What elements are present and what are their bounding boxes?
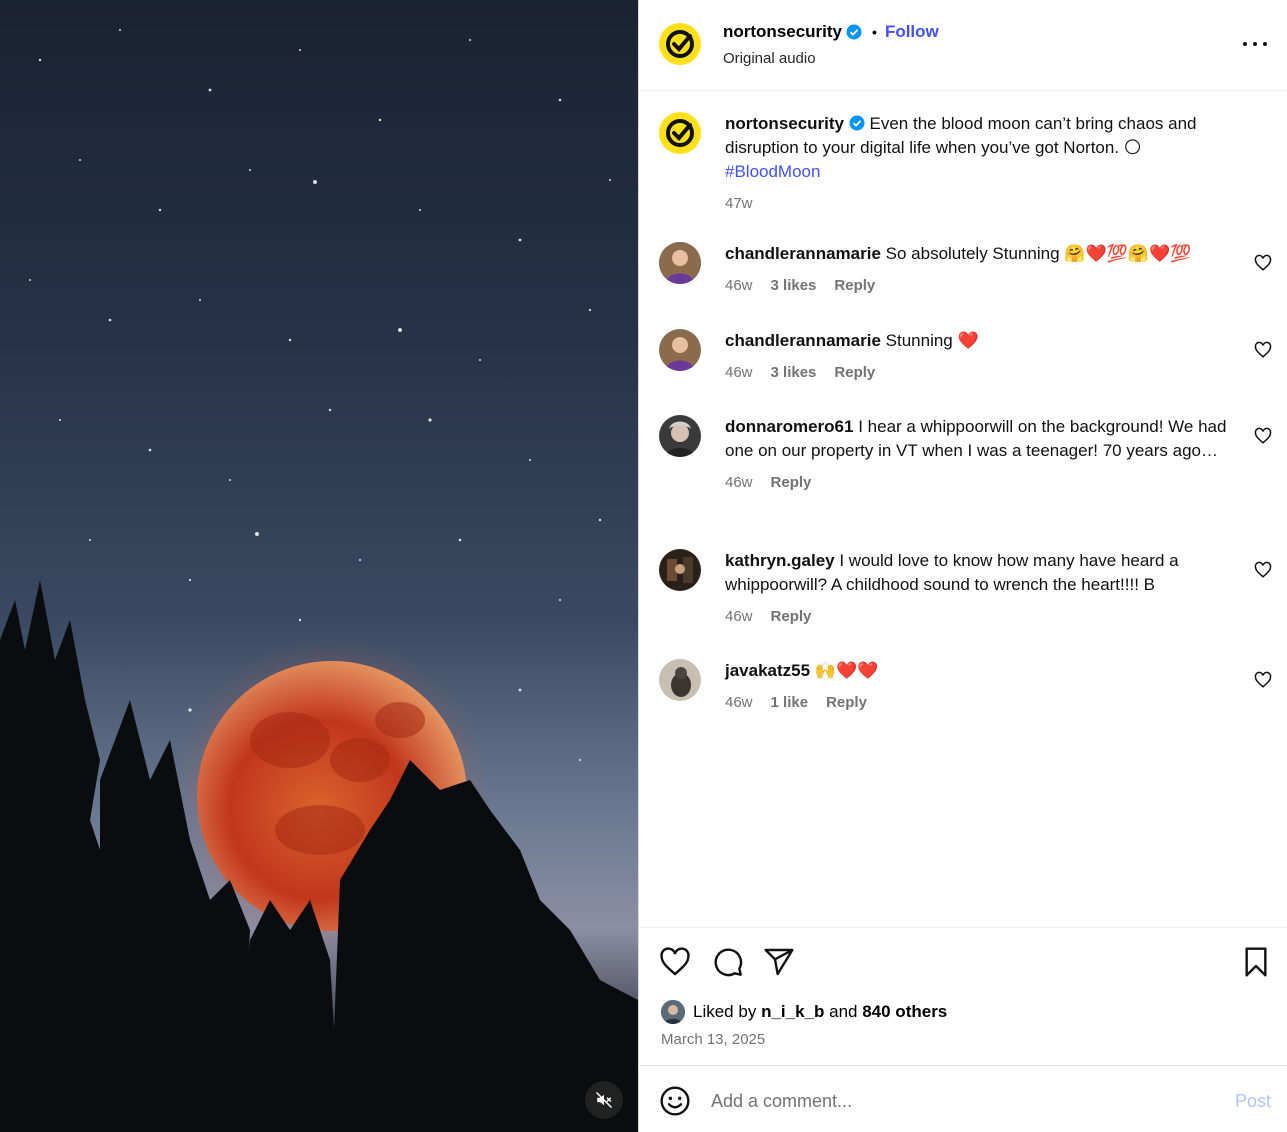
- comment-text: So absolutely Stunning: [885, 244, 1060, 263]
- verified-badge-icon: [846, 24, 862, 40]
- caption-meta: 47w: [725, 192, 1235, 216]
- user-photo-icon: [659, 415, 701, 457]
- comment-username[interactable]: chandlerannamarie: [725, 244, 881, 263]
- full-moon-emoji: 🌕: [1123, 138, 1142, 157]
- liked-by-prefix: Liked by: [693, 1002, 757, 1021]
- comment-text: Stunning: [885, 331, 953, 350]
- avatar[interactable]: [661, 1000, 685, 1024]
- avatar[interactable]: [659, 415, 701, 457]
- liked-by-others[interactable]: 840 others: [862, 1002, 947, 1022]
- header-username-row: nortonsecurity • Follow: [723, 22, 939, 42]
- caption-username[interactable]: nortonsecurity: [725, 114, 844, 133]
- avatar[interactable]: [659, 112, 701, 154]
- post-side-panel: nortonsecurity • Follow Original audio n…: [638, 0, 1287, 1132]
- comment-body: chandlerannamarie Stunning ❤️ 46w 3 like…: [725, 329, 1235, 385]
- user-photo-icon: [661, 1000, 685, 1024]
- comment-meta: 46w Reply: [725, 605, 1235, 629]
- post-media[interactable]: [0, 0, 638, 1132]
- user-photo-icon: [659, 549, 701, 591]
- comment-age[interactable]: 46w: [725, 361, 753, 385]
- share-icon[interactable]: [763, 946, 795, 978]
- speaker-muted-icon: [595, 1091, 613, 1109]
- comment-composer: Post: [639, 1065, 1287, 1132]
- comments-list[interactable]: nortonsecurity Even the blood moon can’t…: [639, 92, 1287, 926]
- avatar[interactable]: [659, 242, 701, 284]
- comment-input[interactable]: [711, 1086, 1211, 1116]
- comment-icon[interactable]: [712, 946, 744, 978]
- comment-meta: 46w 1 like Reply: [725, 691, 1235, 715]
- comment-likes[interactable]: 1 like: [771, 691, 809, 715]
- reply-button[interactable]: Reply: [771, 605, 812, 629]
- post-button[interactable]: Post: [1235, 1091, 1271, 1112]
- post-actions: Liked by n_i_k_b and 840 others March 13…: [639, 927, 1287, 1065]
- liked-by-user[interactable]: n_i_k_b: [761, 1002, 824, 1022]
- like-heart-icon[interactable]: [659, 946, 691, 978]
- save-bookmark-icon[interactable]: [1240, 946, 1272, 978]
- avatar[interactable]: [659, 23, 701, 65]
- comment-username[interactable]: kathryn.galey: [725, 551, 835, 570]
- comment-username[interactable]: chandlerannamarie: [725, 331, 881, 350]
- norton-logo-icon: [666, 30, 694, 58]
- comment-meta: 46w 3 likes Reply: [725, 361, 1235, 385]
- blood-moon-image: [0, 29, 638, 1132]
- comment-age[interactable]: 46w: [725, 274, 753, 298]
- reply-button[interactable]: Reply: [834, 274, 875, 298]
- comment-body: chandlerannamarie So absolutely Stunning…: [725, 242, 1235, 298]
- reply-button[interactable]: Reply: [834, 361, 875, 385]
- likes-summary[interactable]: Liked by n_i_k_b and 840 others: [661, 1000, 947, 1024]
- post-date[interactable]: March 13, 2025: [661, 1031, 765, 1048]
- comment-meta: 46w Reply: [725, 471, 1235, 495]
- reply-button[interactable]: Reply: [771, 471, 812, 495]
- username-link[interactable]: nortonsecurity: [723, 22, 842, 42]
- more-horizontal-icon: [1243, 42, 1247, 46]
- liked-by-and: and: [829, 1002, 858, 1021]
- comment-likes[interactable]: 3 likes: [771, 274, 817, 298]
- comment-age[interactable]: 46w: [725, 691, 753, 715]
- comment-body: kathryn.galey I would love to know how m…: [725, 549, 1235, 629]
- comment-emoji: 🙌❤️❤️: [814, 661, 879, 680]
- comment-likes[interactable]: 3 likes: [771, 361, 817, 385]
- comment-username[interactable]: javakatz55: [725, 661, 810, 680]
- comment-body: javakatz55 🙌❤️❤️ 46w 1 like Reply: [725, 659, 1235, 715]
- audio-link[interactable]: Original audio: [723, 50, 816, 67]
- mute-button[interactable]: [585, 1081, 623, 1119]
- norton-logo-icon: [666, 119, 694, 147]
- comment-body: donnaromero61 I hear a whippoorwill on t…: [725, 415, 1235, 495]
- user-photo-icon: [659, 329, 701, 371]
- hashtag-link[interactable]: #BloodMoon: [725, 162, 820, 181]
- caption-body: nortonsecurity Even the blood moon can’t…: [725, 112, 1235, 216]
- heart-icon[interactable]: [1254, 341, 1272, 359]
- heart-icon[interactable]: [1254, 254, 1272, 272]
- comment-username[interactable]: donnaromero61: [725, 417, 853, 436]
- heart-icon[interactable]: [1254, 427, 1272, 445]
- avatar[interactable]: [659, 549, 701, 591]
- separator-dot: •: [872, 24, 877, 40]
- heart-icon[interactable]: [1254, 561, 1272, 579]
- comment-age[interactable]: 46w: [725, 471, 753, 495]
- comment-emoji: 🤗❤️💯🤗❤️💯: [1064, 244, 1192, 263]
- verified-badge-icon: [849, 115, 865, 131]
- more-options-button[interactable]: [1243, 34, 1267, 54]
- user-photo-icon: [659, 242, 701, 284]
- emoji-icon[interactable]: [659, 1085, 691, 1117]
- comment-meta: 46w 3 likes Reply: [725, 274, 1235, 298]
- avatar[interactable]: [659, 329, 701, 371]
- comment-emoji: ❤️: [957, 331, 979, 350]
- user-photo-icon: [659, 659, 701, 701]
- caption-age[interactable]: 47w: [725, 192, 753, 216]
- follow-button[interactable]: Follow: [885, 22, 939, 42]
- heart-icon[interactable]: [1254, 671, 1272, 689]
- post-header: nortonsecurity • Follow Original audio: [639, 0, 1287, 91]
- comment-age[interactable]: 46w: [725, 605, 753, 629]
- avatar[interactable]: [659, 659, 701, 701]
- reply-button[interactable]: Reply: [826, 691, 867, 715]
